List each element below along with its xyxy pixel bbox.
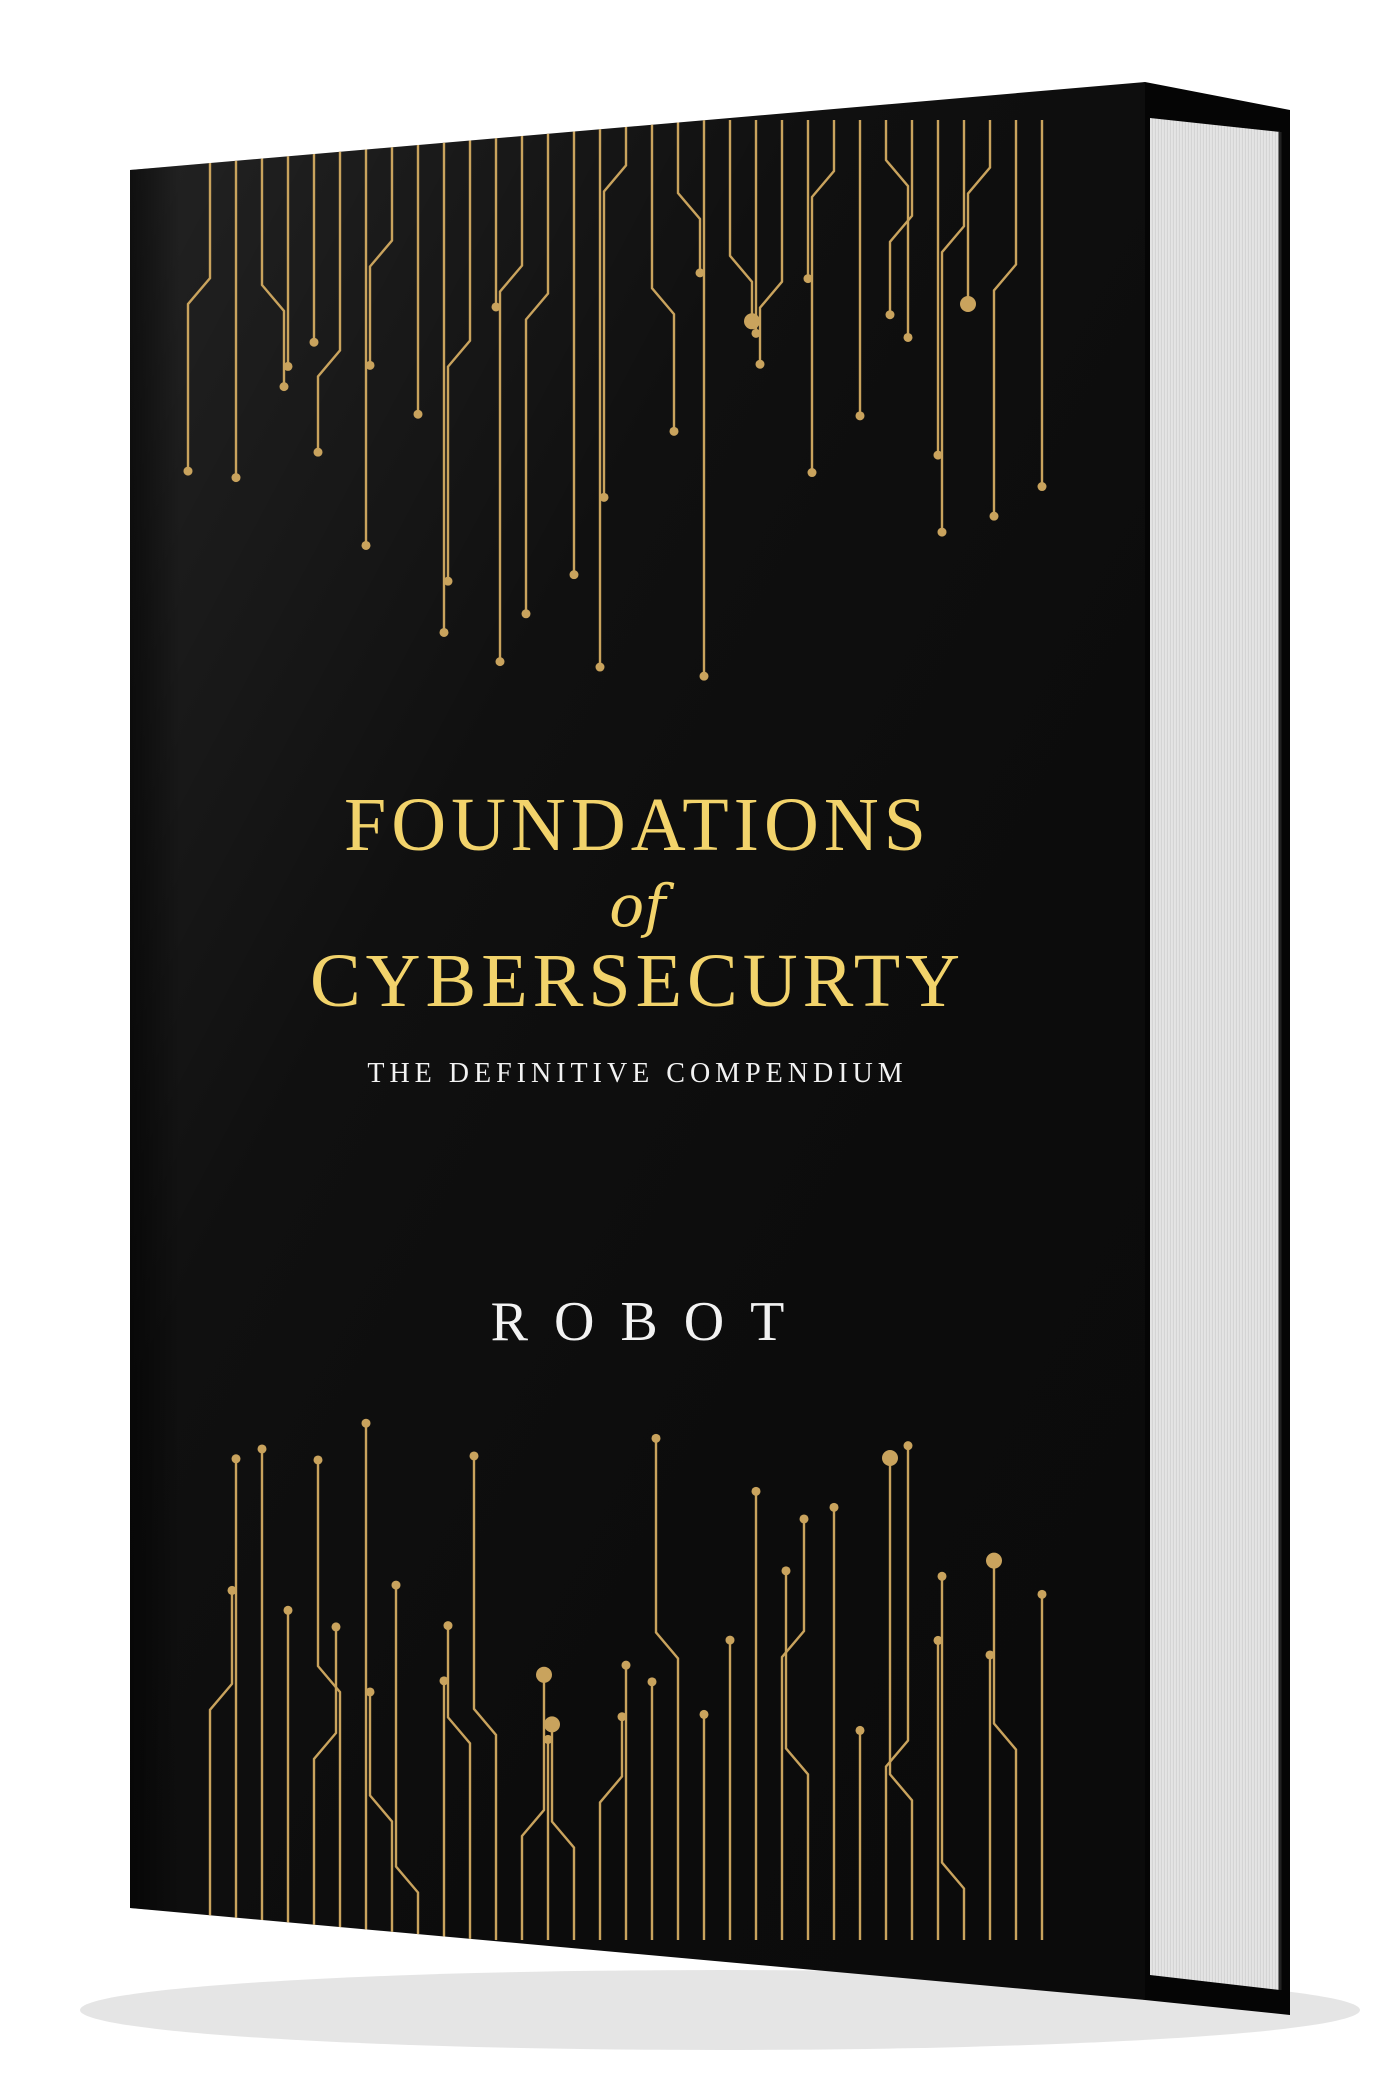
- circuit-node: [443, 576, 453, 586]
- circuit-node: [986, 1552, 1002, 1569]
- circuit-node: [365, 360, 375, 370]
- circuit-node: [595, 662, 605, 672]
- book-title-line1: FOUNDATIONS: [343, 783, 932, 867]
- circuit-node: [1037, 482, 1047, 492]
- circuit-node: [882, 1449, 898, 1466]
- circuit-node: [903, 1441, 913, 1451]
- book-author: ROBOT: [490, 1291, 811, 1353]
- circuit-node: [495, 657, 505, 667]
- circuit-node: [536, 1666, 552, 1683]
- circuit-node: [829, 1502, 839, 1512]
- circuit-node: [283, 361, 293, 371]
- circuit-node: [599, 492, 609, 502]
- circuit-node: [755, 359, 765, 369]
- circuit-node: [937, 1571, 947, 1581]
- circuit-node: [807, 468, 817, 478]
- circuit-node: [313, 447, 323, 457]
- circuit-node: [781, 1566, 791, 1576]
- circuit-node: [231, 1454, 241, 1464]
- circuit-node: [651, 1433, 661, 1443]
- circuit-node: [937, 527, 947, 537]
- circuit-node: [331, 1622, 341, 1632]
- cover-sheen: [130, 82, 1145, 2000]
- circuit-node: [183, 466, 193, 476]
- circuit-node: [903, 332, 913, 342]
- circuit-node: [439, 627, 449, 637]
- circuit-node: [391, 1580, 401, 1590]
- cover-edge-shade: [130, 166, 180, 1912]
- circuit-node: [283, 1605, 293, 1615]
- circuit-node: [751, 1486, 761, 1496]
- book-subtitle: THE DEFINITIVE COMPENDIUM: [367, 1058, 908, 1089]
- circuit-node: [569, 570, 579, 580]
- circuit-node: [885, 310, 895, 320]
- circuit-node: [544, 1716, 560, 1733]
- circuit-node: [647, 1677, 657, 1687]
- circuit-node: [1037, 1589, 1047, 1599]
- circuit-node: [621, 1660, 631, 1670]
- book-illustration: [80, 82, 1360, 2050]
- circuit-node: [521, 609, 531, 619]
- circuit-node: [669, 426, 679, 436]
- book-title-connector: of: [609, 872, 666, 940]
- circuit-node: [799, 1514, 809, 1524]
- circuit-node: [699, 1709, 709, 1719]
- circuit-node: [469, 1451, 479, 1461]
- circuit-node: [744, 313, 760, 330]
- page-block: [1150, 118, 1280, 1990]
- circuit-node: [279, 382, 289, 392]
- circuit-node: [855, 411, 865, 421]
- circuit-node: [365, 1687, 375, 1697]
- circuit-node: [413, 409, 423, 419]
- circuit-node: [231, 473, 241, 483]
- circuit-node: [313, 1455, 323, 1465]
- circuit-node: [855, 1725, 865, 1735]
- circuit-node: [361, 1418, 371, 1428]
- book-title-line2: CYBERSECURTY: [309, 939, 966, 1023]
- circuit-node: [725, 1635, 735, 1645]
- circuit-node: [989, 511, 999, 521]
- circuit-node: [960, 295, 976, 312]
- circuit-node: [257, 1444, 267, 1454]
- circuit-node: [443, 1621, 453, 1631]
- circuit-node: [361, 540, 371, 550]
- circuit-node: [309, 337, 319, 347]
- circuit-node: [699, 671, 709, 681]
